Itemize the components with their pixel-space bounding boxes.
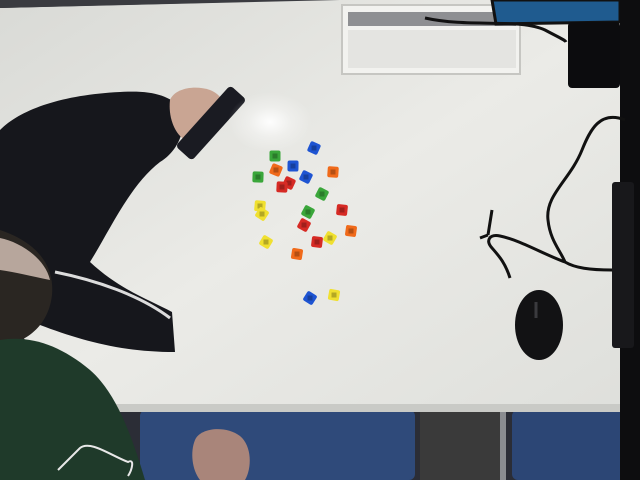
side-device: [612, 182, 634, 348]
block-hole: [272, 153, 278, 159]
block-hole: [348, 228, 354, 234]
block-hole: [311, 145, 317, 151]
block-hole: [290, 163, 296, 169]
block-hole: [259, 211, 265, 217]
block-hole: [307, 295, 313, 301]
block-hole: [303, 174, 309, 180]
scene-drawing: [0, 0, 640, 480]
block-hole: [331, 292, 337, 298]
block-hole: [279, 184, 285, 190]
photo-scene: [0, 0, 640, 480]
light-glare: [228, 92, 312, 152]
monitor-stand: [568, 22, 620, 88]
block-hole: [314, 239, 320, 245]
table-edge: [60, 404, 640, 412]
floor-shadow: [420, 408, 500, 480]
desk-tray-panel: [348, 30, 516, 68]
chair-leg: [500, 405, 506, 480]
block-hole: [339, 207, 345, 213]
monitor: [490, 0, 622, 26]
block-hole: [301, 222, 307, 228]
block-hole: [330, 169, 336, 175]
block-hole: [294, 251, 300, 257]
block-hole: [255, 174, 261, 180]
block-hole: [319, 191, 325, 197]
mouse: [515, 290, 563, 360]
block-hole: [273, 167, 279, 173]
block-hole: [263, 239, 269, 245]
block-hole: [327, 235, 333, 241]
chair-seat-left: [140, 410, 415, 480]
block-hole: [305, 209, 311, 215]
